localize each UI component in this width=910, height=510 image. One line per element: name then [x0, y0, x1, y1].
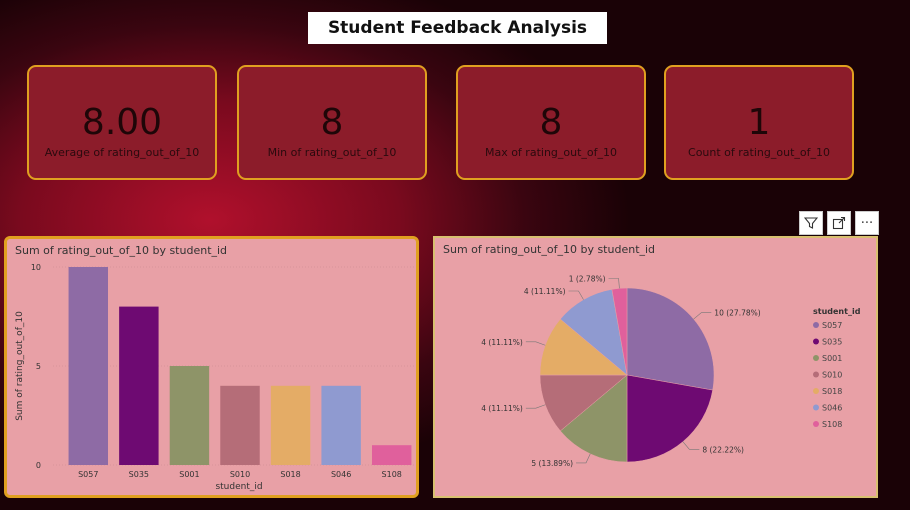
y-axis-label: Sum of rating_out_of_10 [15, 311, 25, 421]
bar [119, 306, 159, 465]
x-tick-label: S018 [280, 470, 300, 479]
kpi-value: 8.00 [81, 102, 163, 143]
bar [321, 385, 361, 465]
bar [371, 445, 412, 465]
x-tick-label: S108 [382, 470, 402, 479]
leader-line [608, 278, 620, 289]
kpi-value: 8 [539, 102, 563, 143]
kpi-card-max[interactable]: 8 Max of rating_out_of_10 [456, 65, 646, 180]
kpi-label: Count of rating_out_of_10 [688, 146, 830, 159]
legend-swatch [813, 355, 819, 361]
kpi-card-min[interactable]: 8 Min of rating_out_of_10 [237, 65, 427, 180]
x-tick-label: S057 [78, 470, 98, 479]
filter-icon[interactable] [799, 211, 823, 235]
pie-chart-panel[interactable]: Sum of rating_out_of_10 by student_id 10… [433, 236, 878, 498]
data-label: 8 (22.22%) [702, 445, 744, 454]
leader-line [682, 441, 700, 450]
legend-swatch [813, 371, 819, 378]
x-axis-label: student_id [215, 482, 262, 492]
kpi-label: Average of rating_out_of_10 [44, 146, 200, 159]
bar [220, 385, 260, 465]
pie-chart: 10 (27.78%) 8 (22.22%) 5 (13.89%) 4 (11.11%… [481, 274, 861, 468]
kpi-card-average[interactable]: 8.00 Average of rating_out_of_10 [27, 65, 217, 180]
legend-swatch [813, 338, 819, 345]
legend-item: S035 [822, 338, 842, 347]
legend-item: S010 [822, 371, 842, 380]
legend-item: S001 [822, 354, 842, 363]
kpi-label: Max of rating_out_of_10 [484, 146, 618, 159]
legend-swatch [813, 388, 819, 394]
legend-swatch [813, 421, 819, 427]
x-tick-label: S010 [230, 470, 250, 479]
leader-line [568, 290, 584, 300]
data-label: 10 (27.78%) [714, 309, 760, 318]
bar [68, 267, 109, 465]
data-label: 4 (11.11%) [524, 287, 566, 296]
y-tick-label: 0 [36, 461, 41, 470]
kpi-label: Min of rating_out_of_10 [267, 146, 397, 159]
legend-item: S108 [822, 420, 842, 429]
x-tick-label: S046 [331, 470, 351, 479]
bar [270, 385, 311, 465]
kpi-value: 8 [320, 102, 344, 143]
pie-slice [626, 287, 715, 391]
data-label: 4 (11.11%) [481, 338, 523, 347]
leader-line [525, 404, 546, 409]
x-tick-label: S001 [179, 470, 199, 479]
data-label: 1 (2.78%) [569, 274, 606, 283]
y-tick-label: 10 [31, 263, 41, 272]
page-title: Student Feedback Analysis [308, 12, 607, 44]
legend-item: S018 [822, 387, 842, 396]
bar [169, 366, 210, 465]
data-label: 5 (13.89%) [531, 459, 573, 468]
leader-line [525, 341, 546, 346]
bar-chart-panel[interactable]: Sum of rating_out_of_10 by student_id 05… [4, 236, 419, 498]
legend-item: S046 [822, 404, 842, 413]
legend-item: S057 [822, 321, 842, 330]
leader-line [693, 312, 712, 320]
kpi-card-count[interactable]: 1 Count of rating_out_of_10 [664, 65, 854, 180]
more-options-button[interactable]: ··· [855, 211, 879, 235]
x-tick-label: S035 [129, 470, 149, 479]
visual-toolbar: ··· [799, 211, 879, 235]
legend-swatch [813, 404, 819, 411]
legend-title: student_id [813, 307, 861, 316]
legend-swatch [813, 322, 819, 328]
bar-chart: 0 5 10 S057 S035 S001 S010 S018 S046 S108 student_… [15, 263, 416, 492]
y-tick-label: 5 [36, 362, 41, 371]
kpi-value: 1 [747, 102, 771, 143]
data-label: 4 (11.11%) [481, 404, 523, 413]
leader-line [576, 453, 591, 464]
focus-mode-icon[interactable] [827, 211, 851, 235]
pie-slice [626, 374, 713, 463]
